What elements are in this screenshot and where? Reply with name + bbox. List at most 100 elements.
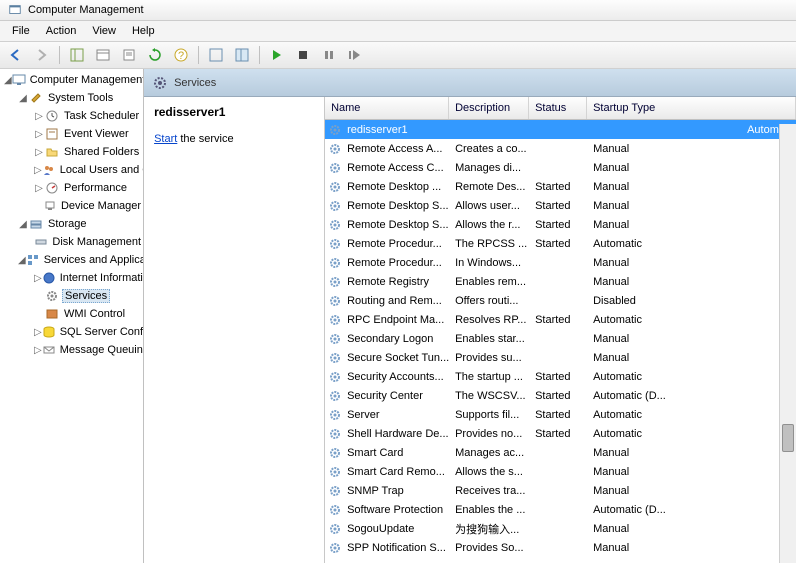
service-row[interactable]: Remote Procedur...The RPCSS ...StartedAu…	[325, 234, 796, 253]
detail-panel: redisserver1 Start the service	[144, 97, 324, 563]
collapse-icon[interactable]: ◢	[18, 255, 26, 266]
back-button[interactable]	[4, 44, 28, 66]
disk-icon	[34, 234, 48, 250]
service-row[interactable]: Security CenterThe WSCSV...StartedAutoma…	[325, 386, 796, 405]
start-service-button[interactable]	[265, 44, 289, 66]
service-row[interactable]: Secure Socket Tun...Provides su...Manual	[325, 348, 796, 367]
refresh-button[interactable]	[143, 44, 167, 66]
tree-services-apps[interactable]: ◢Services and Applications	[0, 251, 143, 269]
menu-file[interactable]: File	[4, 23, 38, 39]
expand-icon[interactable]: ▷	[34, 111, 44, 122]
cell-desc: Provides su...	[451, 352, 531, 364]
cell-name: Software Protection	[343, 504, 451, 516]
service-row[interactable]: Shell Hardware De...Provides no...Starte…	[325, 424, 796, 443]
cell-desc: Provides So...	[451, 542, 531, 554]
service-row[interactable]: Remote Desktop S...Allows the r...Starte…	[325, 215, 796, 234]
header-status[interactable]: Status	[529, 97, 587, 119]
expand-icon[interactable]: ▷	[34, 273, 42, 284]
expand-icon[interactable]: ▷	[34, 165, 42, 176]
service-row[interactable]: Remote Access C...Manages di...Manual	[325, 158, 796, 177]
tree-root[interactable]: ◢Computer Management (Local	[0, 71, 143, 89]
service-row[interactable]: Secondary LogonEnables star...Manual	[325, 329, 796, 348]
menu-help[interactable]: Help	[124, 23, 163, 39]
expand-icon[interactable]: ▷	[34, 147, 44, 158]
properties-button[interactable]	[91, 44, 115, 66]
tree-msmq[interactable]: ▷Message Queuing	[0, 341, 143, 359]
pause-service-button[interactable]	[317, 44, 341, 66]
export-button[interactable]	[117, 44, 141, 66]
menu-action[interactable]: Action	[38, 23, 85, 39]
service-row[interactable]: Remote Procedur...In Windows...Manual	[325, 253, 796, 272]
service-row[interactable]: RPC Endpoint Ma...Resolves RP...StartedA…	[325, 310, 796, 329]
tree-device-manager[interactable]: Device Manager	[0, 197, 143, 215]
cell-desc: Remote Des...	[451, 181, 531, 193]
service-row[interactable]: SNMP TrapReceives tra...Manual	[325, 481, 796, 500]
cell-startup: Manual	[589, 485, 796, 497]
cell-desc: In Windows...	[451, 257, 531, 269]
tree-services[interactable]: Services	[0, 287, 143, 305]
show-hide-button[interactable]	[65, 44, 89, 66]
tree-local-users[interactable]: ▷Local Users and Groups	[0, 161, 143, 179]
header-description[interactable]: Description	[449, 97, 529, 119]
tree-shared-folders[interactable]: ▷Shared Folders	[0, 143, 143, 161]
collapse-icon[interactable]: ◢	[18, 219, 28, 230]
tree-disk-mgmt[interactable]: Disk Management	[0, 233, 143, 251]
start-link[interactable]: Start	[154, 133, 177, 145]
view-button-1[interactable]	[204, 44, 228, 66]
tree-task-scheduler[interactable]: ▷Task Scheduler	[0, 107, 143, 125]
service-row[interactable]: Smart CardManages ac...Manual	[325, 443, 796, 462]
cell-status: Started	[531, 314, 589, 326]
service-row[interactable]: Smart Card Remo...Allows the s...Manual	[325, 462, 796, 481]
list-body[interactable]: redisserver1AutomaticRemote Access A...C…	[325, 120, 796, 563]
tools-icon	[28, 90, 44, 106]
svg-text:?: ?	[178, 50, 184, 62]
expand-icon[interactable]: ▷	[34, 183, 44, 194]
gear-icon	[327, 521, 343, 537]
toolbar-sep	[59, 46, 60, 64]
tree-pane[interactable]: ◢Computer Management (Local ◢System Tool…	[0, 69, 144, 563]
cell-desc: Provides no...	[451, 428, 531, 440]
service-row[interactable]: redisserver1Automatic	[325, 120, 796, 139]
header-startup[interactable]: Startup Type	[587, 97, 796, 119]
tree-system-tools[interactable]: ◢System Tools	[0, 89, 143, 107]
header-name[interactable]: Name	[325, 97, 449, 119]
view-button-2[interactable]	[230, 44, 254, 66]
cell-startup: Manual	[589, 162, 796, 174]
cell-status: Started	[531, 390, 589, 402]
expand-icon[interactable]: ▷	[34, 345, 42, 356]
cell-startup: Manual	[589, 542, 796, 554]
service-row[interactable]: ServerSupports fil...StartedAutomatic	[325, 405, 796, 424]
forward-button[interactable]	[30, 44, 54, 66]
expand-icon[interactable]: ▷	[34, 129, 44, 140]
tree-performance[interactable]: ▷Performance	[0, 179, 143, 197]
iis-icon	[42, 270, 56, 286]
service-row[interactable]: Remote Desktop ...Remote Des...StartedMa…	[325, 177, 796, 196]
scrollbar-thumb[interactable]	[782, 424, 794, 452]
service-row[interactable]: Security Accounts...The startup ...Start…	[325, 367, 796, 386]
gear-icon	[327, 160, 343, 176]
cell-startup: Automatic	[589, 314, 796, 326]
collapse-icon[interactable]: ◢	[18, 93, 28, 104]
service-row[interactable]: SogouUpdate为搜狗输入...Manual	[325, 519, 796, 538]
collapse-icon[interactable]: ◢	[4, 75, 12, 86]
help-button[interactable]: ?	[169, 44, 193, 66]
cell-name: Security Center	[343, 390, 451, 402]
cell-name: Remote Access C...	[343, 162, 451, 174]
service-row[interactable]: Remote Access A...Creates a co...Manual	[325, 139, 796, 158]
service-row[interactable]: Software ProtectionEnables the ...Automa…	[325, 500, 796, 519]
expand-icon[interactable]: ▷	[34, 327, 42, 338]
tree-storage[interactable]: ◢Storage	[0, 215, 143, 233]
service-row[interactable]: Remote RegistryEnables rem...Manual	[325, 272, 796, 291]
tree-sql-config[interactable]: ▷SQL Server Configuratio	[0, 323, 143, 341]
menu-view[interactable]: View	[84, 23, 124, 39]
cell-desc: Supports fil...	[451, 409, 531, 421]
service-row[interactable]: SPP Notification S...Provides So...Manua…	[325, 538, 796, 557]
tree-event-viewer[interactable]: ▷Event Viewer	[0, 125, 143, 143]
service-row[interactable]: Remote Desktop S...Allows user...Started…	[325, 196, 796, 215]
service-row[interactable]: Routing and Rem...Offers routi...Disable…	[325, 291, 796, 310]
tree-wmi[interactable]: WMI Control	[0, 305, 143, 323]
stop-service-button[interactable]	[291, 44, 315, 66]
vertical-scrollbar[interactable]	[779, 124, 796, 563]
tree-iis[interactable]: ▷Internet Information Se	[0, 269, 143, 287]
restart-service-button[interactable]	[343, 44, 367, 66]
